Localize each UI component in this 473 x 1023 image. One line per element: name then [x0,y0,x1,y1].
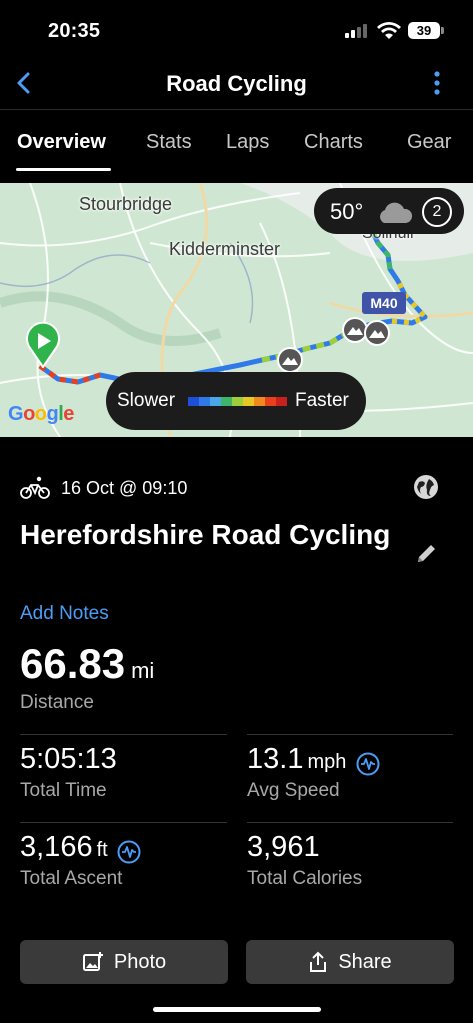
stat-label: Total Ascent [20,868,123,889]
distance-unit: mi [131,658,155,683]
stat-total-time: 5:05:13 Total Time [20,743,117,802]
map-label-stourbridge: Stourbridge [79,194,173,214]
pulse-chart-icon[interactable] [117,840,141,864]
divider [247,822,453,823]
tab-stats[interactable]: Stats [146,131,192,154]
page-title: Road Cycling [166,71,307,96]
map-label-kidderminster: Kidderminster [169,239,281,259]
gradient-segment [199,397,210,406]
more-options-icon[interactable] [432,70,442,96]
gradient-segment [265,397,276,406]
gradient-segment [210,397,221,406]
gradient-segment [188,397,199,406]
tab-gear[interactable]: Gear [407,131,451,154]
battery-tip [441,27,444,34]
activity-name: Herefordshire Road Cycling [20,519,391,550]
photo-button-label: Photo [113,950,167,973]
stat-value: 13.1 [247,743,304,775]
route-map[interactable]: Stourbridge Kidderminster Solihull M40 5… [0,183,473,437]
stat-total-ascent: 3,166 ft Total Ascent [20,831,141,890]
activity-date: 16 Oct @ 09:10 [61,478,188,498]
speed-legend: Slower Faster [106,372,366,430]
nav-bar: Road Cycling [0,62,473,110]
stat-unit: mph [307,751,347,773]
distance-value: 66.83 [20,640,126,687]
add-notes-link[interactable]: Add Notes [20,603,109,625]
elevation-marker-icon [277,347,303,373]
gradient-segment [221,397,232,406]
add-photo-button[interactable]: Photo [20,940,228,984]
weather-badge[interactable]: 50° 2 [314,188,464,234]
start-marker-icon [26,322,60,368]
tab-bar: Overview Stats Laps Charts Gear [0,111,473,171]
stat-label: Total Calories [247,868,363,889]
stat-unit: ft [96,839,108,861]
elevation-marker-icon [364,320,390,346]
divider [20,734,227,735]
gradient-segment [254,397,265,406]
share-icon [310,951,327,972]
gradient-segment [243,397,254,406]
stat-value: 3,961 [247,831,320,863]
legend-slower-label: Slower [117,390,176,411]
divider [247,734,453,735]
distance-stat: 66.83 mi [20,640,154,688]
share-button-label: Share [338,950,392,973]
globe-icon[interactable] [413,474,439,500]
stat-label: Total Time [20,780,107,801]
wifi-icon [377,22,401,39]
status-bar: 20:35 39 [0,0,473,62]
cellular-signal-icon [345,24,367,38]
road-label-m40: M40 [362,292,406,314]
weather-temp: 50° [330,199,364,224]
add-photo-icon [82,952,103,971]
legend-faster-label: Faster [295,390,349,411]
tab-laps[interactable]: Laps [226,131,269,154]
stat-total-calories: 3,961 Total Calories [247,831,362,890]
gradient-segment [276,397,287,406]
stat-avg-speed: 13.1 mph Avg Speed [247,743,380,802]
edit-pencil-icon[interactable] [415,541,439,565]
gradient-segment [232,397,243,406]
battery-icon: 39 [408,22,440,39]
share-button[interactable]: Share [246,940,454,984]
wind-indicator: 2 [422,197,452,227]
stat-value: 3,166 [20,831,93,863]
bicycle-icon [20,476,50,499]
active-tab-indicator [16,168,111,171]
pulse-chart-icon[interactable] [356,752,380,776]
status-time: 20:35 [48,20,101,42]
cloud-icon [380,202,413,223]
tab-overview[interactable]: Overview [17,131,106,154]
stat-label: Avg Speed [247,780,340,801]
divider [20,822,227,823]
speed-gradient-bar [188,397,287,406]
tab-charts[interactable]: Charts [304,131,363,154]
distance-label: Distance [20,692,94,713]
stat-value: 5:05:13 [20,743,117,775]
google-attribution-logo: Google [8,403,74,425]
home-indicator[interactable] [153,1007,321,1012]
